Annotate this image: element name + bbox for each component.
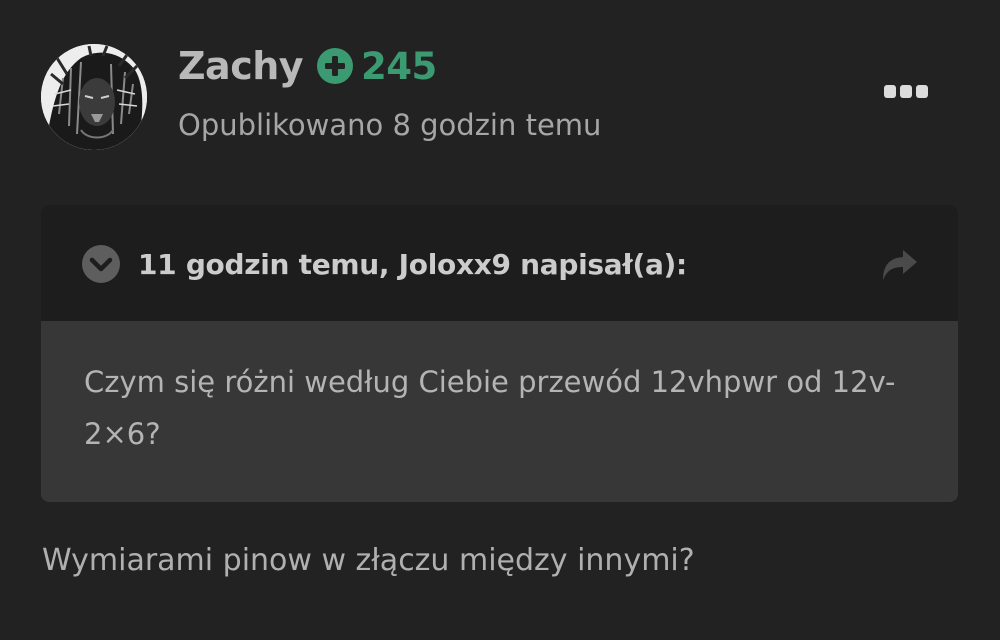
post-content: Wymiarami pinow w złączu między innymi? <box>42 543 695 578</box>
chevron-down-circle-icon[interactable] <box>82 245 120 283</box>
author-avatar[interactable] <box>41 44 147 150</box>
quote-header: 11 godzin temu, Joloxx9 napisał(a): <box>41 205 958 321</box>
share-icon[interactable] <box>881 248 919 282</box>
author-name[interactable]: Zachy <box>178 44 304 88</box>
post-timestamp: Opublikowano 8 godzin temu <box>178 108 602 142</box>
plus-circle-icon <box>317 48 354 84</box>
more-options-icon <box>884 85 928 98</box>
forum-post: Zachy 245 Opublikowano 8 godzin temu 11 … <box>0 0 1000 640</box>
reputation-count: 245 <box>361 44 437 88</box>
quote-block: 11 godzin temu, Joloxx9 napisał(a): Czym… <box>41 205 958 502</box>
author-line: Zachy 245 <box>178 40 437 92</box>
quote-text: Czym się różni według Ciebie przewód 12v… <box>84 365 896 451</box>
quote-citation[interactable]: 11 godzin temu, Joloxx9 napisał(a): <box>138 244 687 286</box>
more-options-button[interactable] <box>880 80 932 104</box>
reputation[interactable]: 245 <box>317 45 437 88</box>
avatar-image <box>41 44 147 150</box>
